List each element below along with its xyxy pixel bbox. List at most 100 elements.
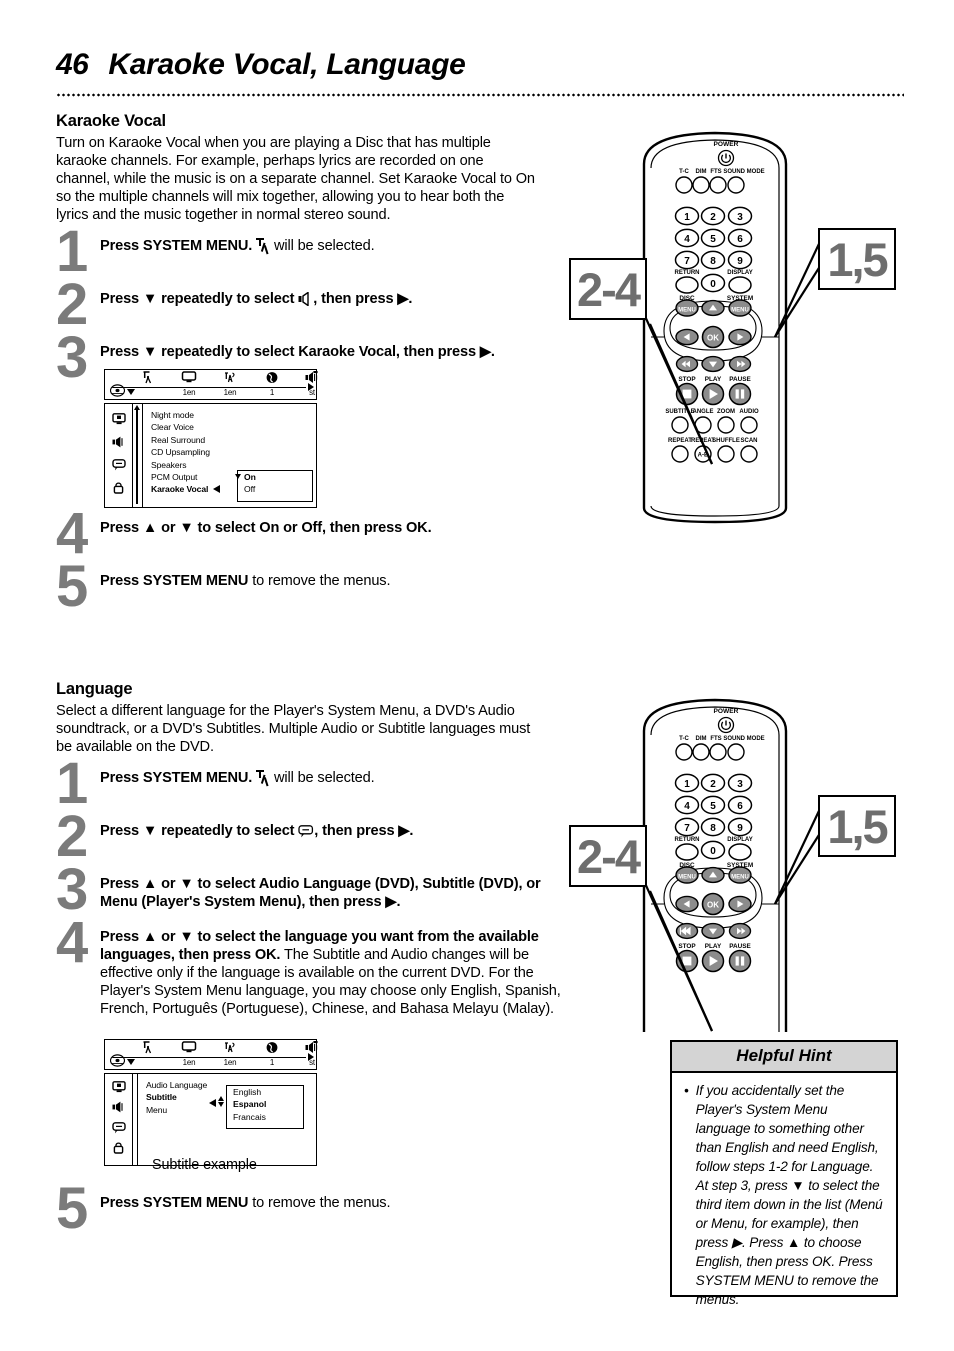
svg-text:8: 8 (710, 256, 716, 267)
step-text: Press ▼ repeatedly to select Karaoke Voc… (100, 343, 570, 361)
karaoke-section-heading: Karaoke Vocal (56, 112, 166, 130)
step-text-plain: to remove the menus. (252, 1195, 391, 1211)
step-text-bold-2: , then press ▶. (313, 291, 413, 307)
osd-figure-caption: Subtitle example (152, 1157, 257, 1173)
step-text-bold: Press SYSTEM MENU. (100, 770, 253, 786)
picture-settings-icon (256, 770, 277, 787)
osd-submenu: English Espanol Francais (226, 1085, 304, 1129)
svg-text:RETURN: RETURN (675, 270, 700, 276)
step-text: Press SYSTEM MENU. will be selected. (100, 237, 570, 255)
svg-text:RETURN: RETURN (675, 837, 700, 843)
osd-menu-item[interactable]: Night mode (151, 409, 316, 421)
osd-bar-icon-row (105, 371, 318, 386)
svg-text:4: 4 (684, 801, 690, 812)
picture-settings-icon (142, 1041, 155, 1056)
svg-text:1: 1 (684, 212, 690, 223)
picture-settings-icon (256, 238, 277, 255)
up-down-caret-icon (218, 1096, 225, 1107)
language-osd-figure: 1en 1en 1 st Audio Language Subtitle Men… (104, 1039, 318, 1166)
svg-text:0: 0 (710, 279, 716, 290)
osd-bar-icon-row (105, 1041, 318, 1056)
svg-text:5: 5 (710, 801, 716, 812)
step-text-bold-2: , then press ▶. (314, 823, 414, 839)
svg-text:SOUND MODE: SOUND MODE (723, 736, 764, 742)
osd-submenu-item-selected[interactable]: On (238, 471, 312, 483)
svg-text:SHUFFLE: SHUFFLE (712, 438, 740, 444)
svg-text:OK: OK (707, 334, 719, 343)
step-number: 4 (56, 910, 89, 975)
osd-submenu-item[interactable]: Off (238, 483, 312, 495)
osd-bar-value: 1en (182, 1058, 196, 1067)
svg-text:FTS: FTS (710, 169, 721, 175)
lock-icon[interactable] (112, 1141, 125, 1159)
osd-bar-values: 1en 1en 1 st (105, 388, 316, 400)
osd-submenu: On Off (235, 470, 313, 502)
svg-text:PAUSE: PAUSE (729, 943, 751, 950)
osd-submenu-item-selected[interactable]: Espanol (227, 1098, 303, 1110)
picture-icon[interactable] (111, 412, 126, 430)
remote-control-illustration-top: POWER T-C DIM FTS SOUND MODE 1 2 3 4 5 6… (630, 128, 800, 526)
svg-text:SOUND MODE: SOUND MODE (723, 169, 764, 175)
language-section-intro: Select a different language for the Play… (56, 703, 531, 756)
svg-text:DIM: DIM (696, 736, 707, 742)
osd-top-bar: 1en 1en 1 st (104, 1039, 318, 1070)
osd-menu-item[interactable]: Real Surround (151, 434, 316, 446)
step-number: 5 (56, 554, 89, 619)
karaoke-section-intro: Turn on Karaoke Vocal when you are playi… (56, 135, 535, 224)
osd-bar-value: 1en (223, 388, 237, 397)
step-text: Press ▲ or ▼ to select On or Off, then p… (100, 519, 570, 537)
svg-text:ZOOM: ZOOM (717, 409, 735, 415)
helpful-hint-title: Helpful Hint (672, 1042, 896, 1073)
helpful-hint-body: • If you accidentally set the Player's S… (672, 1073, 896, 1319)
step-text-bold: Press SYSTEM MENU. (100, 238, 253, 254)
speaker-icon[interactable] (112, 1100, 125, 1118)
svg-text:DISPLAY: DISPLAY (727, 270, 752, 276)
step-text-bold: Press SYSTEM MENU (100, 1195, 249, 1211)
osd-panel: Night mode Clear Voice Real Surround CD … (104, 403, 317, 508)
audio-language-icon (223, 371, 237, 386)
svg-text:3: 3 (737, 779, 743, 790)
svg-text:MENU: MENU (731, 875, 749, 881)
step-text: Press ▲ or ▼ to select Audio Language (D… (100, 875, 560, 911)
speaker-icon (298, 291, 313, 307)
step-text: Press SYSTEM MENU to remove the menus. (100, 1194, 570, 1212)
step-text: Press ▼ repeatedly to select , then pres… (100, 822, 570, 840)
step-text-bold: Press ▼ repeatedly to select (100, 823, 295, 839)
osd-top-bar: 1en 1en 1 st (104, 369, 318, 400)
picture-icon[interactable] (111, 1080, 126, 1098)
svg-text:2: 2 (710, 779, 716, 790)
step-text-bold: Press SYSTEM MENU (100, 573, 249, 589)
svg-text:5: 5 (710, 234, 716, 245)
osd-menu-list: Night mode Clear Voice Real Surround CD … (143, 404, 316, 507)
page-number: 46 (56, 48, 89, 81)
osd-bar-value: st (309, 388, 315, 397)
svg-text:PAUSE: PAUSE (729, 376, 751, 383)
svg-text:MENU: MENU (678, 875, 696, 881)
subtitle-icon[interactable] (111, 458, 126, 476)
svg-text:REPEAT: REPEAT (668, 438, 692, 444)
step-text: Press SYSTEM MENU to remove the menus. (100, 572, 570, 590)
scroll-up-icon[interactable] (134, 405, 140, 410)
screen-icon (181, 1041, 197, 1055)
osd-menu-item[interactable]: Clear Voice (151, 421, 316, 433)
step-text: Press ▼ repeatedly to select , then pres… (100, 290, 570, 308)
subtitle-icon[interactable] (111, 1121, 126, 1139)
step-text-plain: to remove the menus. (252, 573, 391, 589)
svg-text:FTS: FTS (710, 736, 721, 742)
svg-text:A-B: A-B (698, 453, 709, 459)
osd-menu-item[interactable]: CD Upsampling (151, 446, 316, 458)
svg-text:7: 7 (684, 256, 690, 267)
svg-text:MENU: MENU (731, 308, 749, 314)
step-text-bold: Press ▲ or ▼ to select On or Off, then p… (100, 520, 432, 536)
speaker-icon[interactable] (112, 435, 125, 453)
svg-text:7: 7 (684, 823, 690, 834)
osd-submenu-item[interactable]: Francais (227, 1111, 303, 1123)
step-text-plain: will be selected. (274, 770, 375, 786)
lock-icon[interactable] (112, 481, 125, 499)
step-text-plain: will be selected. (274, 238, 375, 254)
osd-scrollbar[interactable] (133, 404, 143, 507)
step-text-bold: Press ▲ or ▼ to select Audio Language (D… (100, 876, 541, 910)
svg-text:9: 9 (737, 823, 743, 834)
osd-submenu-item[interactable]: English (227, 1086, 303, 1098)
left-caret-icon (209, 1099, 216, 1107)
